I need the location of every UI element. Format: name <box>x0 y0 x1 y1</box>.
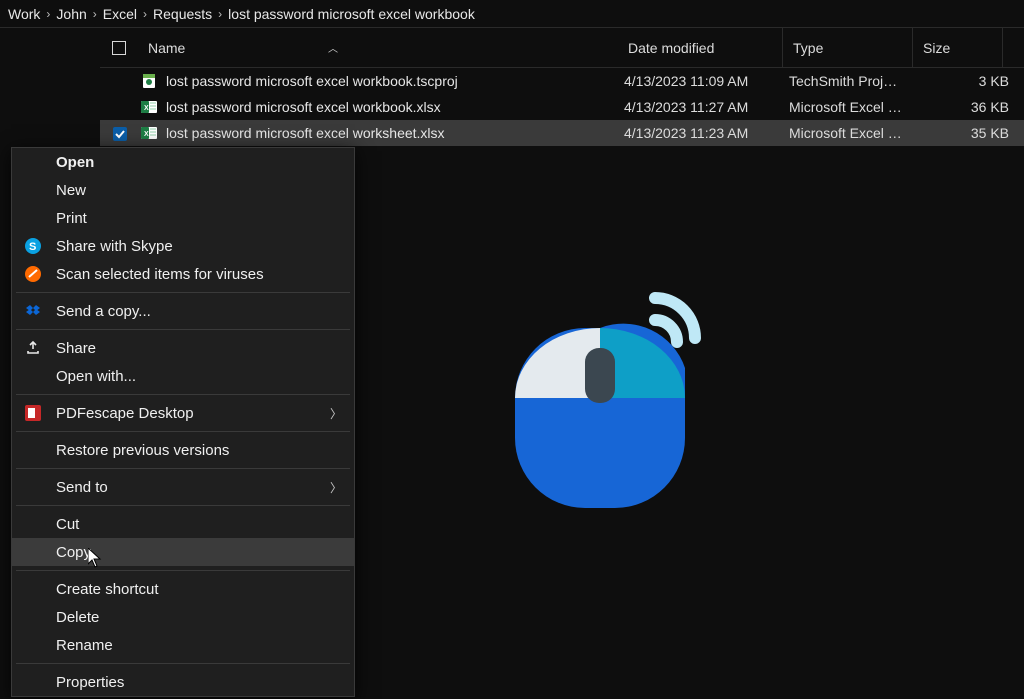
menu-item-share[interactable]: Share <box>12 334 354 362</box>
menu-item-label: Delete <box>56 609 99 626</box>
avast-icon <box>24 265 42 283</box>
menu-separator <box>16 394 350 395</box>
breadcrumb-segment[interactable]: Excel <box>103 6 137 22</box>
chevron-right-icon: 〉 <box>330 479 342 496</box>
breadcrumb[interactable]: Work › John › Excel › Requests › lost password m… <box>0 0 1024 28</box>
file-name: lost password microsoft excel workbook.x… <box>166 99 624 115</box>
menu-item-label: Properties <box>56 674 124 691</box>
breadcrumb-segment[interactable]: John <box>56 6 86 22</box>
menu-item-send-to[interactable]: Send to 〉 <box>12 473 354 501</box>
menu-item-rename[interactable]: Rename <box>12 631 354 659</box>
svg-text:X: X <box>144 105 149 112</box>
chevron-right-icon: 〉 <box>330 405 342 422</box>
menu-item-label: New <box>56 182 86 199</box>
menu-item-label: Open <box>56 154 94 171</box>
menu-separator <box>16 505 350 506</box>
menu-item-delete[interactable]: Delete <box>12 603 354 631</box>
breadcrumb-segment[interactable]: lost password microsoft excel workbook <box>228 6 475 22</box>
select-all-checkbox[interactable] <box>112 41 126 55</box>
menu-separator <box>16 431 350 432</box>
mouse-right-click-graphic <box>505 268 725 518</box>
menu-item-label: Copy <box>56 544 91 561</box>
menu-item-new[interactable]: New <box>12 176 354 204</box>
svg-text:X: X <box>144 131 149 138</box>
file-size: 36 KB <box>919 99 1009 115</box>
file-date: 4/13/2023 11:23 AM <box>624 125 789 141</box>
file-size: 3 KB <box>919 73 1009 89</box>
menu-item-label: Print <box>56 210 87 227</box>
pdfescape-icon <box>24 404 42 422</box>
menu-item-create-shortcut[interactable]: Create shortcut <box>12 575 354 603</box>
col-name-label: Name <box>148 40 185 56</box>
file-type-icon: X <box>138 125 160 141</box>
row-checkbox[interactable] <box>112 126 126 140</box>
table-row[interactable]: lost password microsoft excel workbook.t… <box>100 68 1024 94</box>
menu-item-label: Restore previous versions <box>56 442 229 459</box>
menu-separator <box>16 468 350 469</box>
col-type[interactable]: Type <box>783 28 913 67</box>
menu-separator <box>16 663 350 664</box>
col-date[interactable]: Date modified <box>618 28 783 67</box>
menu-item-open-with[interactable]: Open with... <box>12 362 354 390</box>
breadcrumb-segment[interactable]: Work <box>8 6 40 22</box>
menu-item-label: Scan selected items for viruses <box>56 266 264 283</box>
menu-item-label: Share with Skype <box>56 238 173 255</box>
table-row[interactable]: Xlost password microsoft excel worksheet… <box>100 120 1024 146</box>
col-size[interactable]: Size <box>913 28 1003 67</box>
breadcrumb-segment[interactable]: Requests <box>153 6 212 22</box>
menu-item-label: Open with... <box>56 368 136 385</box>
menu-item-scan-selected-items-for-viruses[interactable]: Scan selected items for viruses <box>12 260 354 288</box>
menu-item-send-a-copy[interactable]: Send a copy... <box>12 297 354 325</box>
file-type-icon: X <box>138 99 160 115</box>
menu-separator <box>16 292 350 293</box>
dropbox-icon <box>24 302 42 320</box>
menu-separator <box>16 570 350 571</box>
file-name: lost password microsoft excel workbook.t… <box>166 73 624 89</box>
context-menu: Open New Print S Share with Skype Scan select… <box>11 147 355 697</box>
explorer-content: ︿ Name ︿ Date modified Type Size lost pa… <box>0 28 1024 699</box>
table-row[interactable]: Xlost password microsoft excel workbook.… <box>100 94 1024 120</box>
menu-item-label: Create shortcut <box>56 581 159 598</box>
file-type-icon <box>138 73 160 89</box>
column-headers[interactable]: Name ︿ Date modified Type Size <box>100 28 1024 68</box>
menu-item-cut[interactable]: Cut <box>12 510 354 538</box>
file-size: 35 KB <box>919 125 1009 141</box>
menu-item-pdfescape-desktop[interactable]: PDFescape Desktop 〉 <box>12 399 354 427</box>
menu-item-properties[interactable]: Properties <box>12 668 354 696</box>
sort-indicator-icon: ︿ <box>328 40 338 55</box>
col-name[interactable]: Name ︿ <box>138 28 618 67</box>
menu-item-restore-previous-versions[interactable]: Restore previous versions <box>12 436 354 464</box>
file-date: 4/13/2023 11:27 AM <box>624 99 789 115</box>
menu-item-print[interactable]: Print <box>12 204 354 232</box>
menu-separator <box>16 329 350 330</box>
menu-item-open[interactable]: Open <box>12 148 354 176</box>
file-date: 4/13/2023 11:09 AM <box>624 73 789 89</box>
file-rows: lost password microsoft excel workbook.t… <box>100 68 1024 146</box>
file-name: lost password microsoft excel worksheet.… <box>166 125 624 141</box>
share-icon <box>24 339 42 357</box>
file-type: TechSmith Proj… <box>789 73 919 89</box>
menu-item-share-with-skype[interactable]: S Share with Skype <box>12 232 354 260</box>
chevron-right-icon: › <box>93 7 97 21</box>
svg-text:S: S <box>29 241 36 253</box>
menu-item-label: Cut <box>56 516 79 533</box>
chevron-right-icon: › <box>46 7 50 21</box>
file-type: Microsoft Excel … <box>789 99 919 115</box>
menu-item-label: Send to <box>56 479 108 496</box>
menu-item-label: PDFescape Desktop <box>56 405 194 422</box>
chevron-right-icon: › <box>218 7 222 21</box>
menu-item-copy[interactable]: Copy <box>12 538 354 566</box>
menu-item-label: Share <box>56 340 96 357</box>
chevron-right-icon: › <box>143 7 147 21</box>
file-type: Microsoft Excel … <box>789 125 919 141</box>
menu-item-label: Send a copy... <box>56 303 151 320</box>
menu-item-label: Rename <box>56 637 113 654</box>
skype-icon: S <box>24 237 42 255</box>
